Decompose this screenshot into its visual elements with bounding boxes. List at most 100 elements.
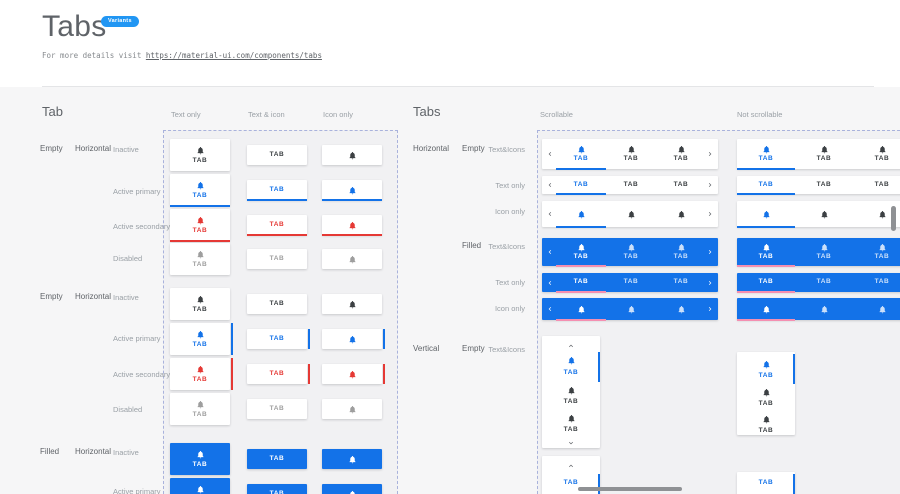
tab-cell[interactable]: TAB (170, 323, 230, 355)
design-canvas: Tabs Variants For more details visit htt… (0, 0, 900, 494)
chevron-left-icon[interactable] (546, 279, 554, 287)
tab-cell[interactable]: TAB (247, 484, 307, 494)
chevron-right-icon[interactable] (706, 305, 714, 313)
tab-item[interactable]: TAB (853, 176, 900, 194)
tab-cell[interactable] (322, 449, 382, 469)
tab-item[interactable]: TAB (656, 176, 706, 194)
tab-item[interactable] (656, 298, 706, 320)
tab-item[interactable]: TAB (737, 176, 795, 194)
tab-item[interactable]: TAB (853, 139, 900, 169)
chevron-left-icon[interactable] (546, 150, 554, 158)
tab-item[interactable]: TAB (556, 273, 606, 292)
chevron-right-icon[interactable] (706, 210, 714, 218)
tab-cell[interactable]: TAB (247, 329, 307, 349)
chevron-right-icon[interactable] (706, 279, 714, 287)
tab-cell[interactable] (322, 249, 382, 269)
tab-item[interactable]: TAB (737, 139, 795, 169)
tab-item[interactable] (656, 201, 706, 227)
tab-cell[interactable]: TAB (170, 139, 230, 171)
tab-item[interactable] (606, 298, 656, 320)
chevron-right-icon[interactable] (706, 248, 714, 256)
tab-item[interactable] (795, 298, 853, 320)
tab-item[interactable]: TAB (606, 273, 656, 292)
tab-label: TAB (674, 156, 689, 163)
column-header-icon-only: Icon only (323, 110, 353, 119)
tab-item[interactable]: TAB (606, 176, 656, 194)
tab-item[interactable]: TAB (556, 176, 606, 194)
tab-cell[interactable]: TAB (170, 288, 230, 320)
tab-cell[interactable] (322, 294, 382, 314)
chevron-left-icon[interactable] (546, 248, 554, 256)
tab-item[interactable]: TAB (556, 238, 606, 266)
tab-cell[interactable] (322, 364, 382, 384)
tab-item[interactable]: TAB (795, 273, 853, 292)
tab-label: TAB (193, 193, 208, 200)
tab-item[interactable]: TAB (737, 238, 795, 266)
tab-item[interactable]: TAB (556, 139, 606, 169)
active-tab-indicator (556, 319, 606, 321)
tab-item[interactable]: TAB (656, 273, 706, 292)
tab-cell[interactable] (322, 145, 382, 165)
bell-icon (348, 255, 357, 264)
docs-link[interactable]: https://material-ui.com/components/tabs (146, 51, 322, 60)
tab-cell[interactable]: TAB (247, 180, 307, 200)
tab-cell[interactable] (322, 329, 382, 349)
tab-cell[interactable]: TAB (170, 243, 230, 275)
tab-item[interactable]: TAB (656, 139, 706, 169)
tab-item[interactable]: TAB (795, 238, 853, 266)
tab-item[interactable] (556, 201, 606, 227)
tab-cell[interactable]: TAB (247, 399, 307, 419)
tab-cell[interactable]: TAB (170, 358, 230, 390)
tab-label: TAB (193, 377, 208, 384)
tab-cell[interactable]: TAB (170, 209, 230, 241)
tab-cell[interactable] (322, 180, 382, 200)
tab-indicator (170, 240, 230, 242)
active-tab-indicator (793, 474, 795, 494)
tab-item[interactable] (853, 298, 900, 320)
tab-cell[interactable]: TAB (247, 449, 307, 469)
chevron-right-icon[interactable] (706, 150, 714, 158)
chevron-up-icon[interactable] (542, 342, 600, 350)
tab-item[interactable]: TAB (606, 139, 656, 169)
tab-item[interactable] (606, 201, 656, 227)
horizontal-scrollbar-thumb[interactable] (578, 487, 682, 491)
tab-item[interactable] (556, 298, 606, 320)
tab-item[interactable] (737, 298, 795, 320)
bell-icon (542, 386, 600, 395)
chevron-down-icon[interactable] (542, 439, 600, 447)
tab-cell[interactable] (322, 484, 382, 494)
tab-item[interactable]: TAB (853, 238, 900, 266)
tabs-card-vertical-not-scrollable[interactable]: TAB (737, 472, 795, 494)
chevron-up-icon[interactable] (542, 462, 600, 470)
tab-cell[interactable]: TAB (247, 215, 307, 235)
tab-cell[interactable]: TAB (247, 294, 307, 314)
tab-item[interactable] (737, 201, 795, 227)
tabs-bar-scrollable: TABTABTAB (542, 139, 718, 169)
tab-item[interactable]: TAB (795, 139, 853, 169)
tab-cell[interactable]: TAB (170, 443, 230, 475)
tabs-card-vertical-scrollable[interactable]: TABTABTAB (542, 336, 600, 448)
group-fill-label: Filled (462, 241, 481, 250)
vertical-scrollbar-thumb[interactable] (891, 206, 896, 231)
tab-cell[interactable]: TAB (170, 393, 230, 425)
bell-icon (348, 490, 357, 494)
tab-cell[interactable]: TAB (170, 174, 230, 206)
tabs-card-vertical-not-scrollable[interactable]: TABTABTAB (737, 352, 795, 435)
chevron-left-icon[interactable] (546, 305, 554, 313)
tab-item[interactable]: TAB (606, 238, 656, 266)
tab-item[interactable] (795, 201, 853, 227)
chevron-right-icon[interactable] (706, 181, 714, 189)
tab-cell[interactable]: TAB (247, 145, 307, 165)
tab-cell[interactable] (322, 399, 382, 419)
tab-cell[interactable]: TAB (170, 478, 230, 494)
chevron-left-icon[interactable] (546, 181, 554, 189)
tab-item[interactable]: TAB (737, 273, 795, 292)
tab-item[interactable]: TAB (853, 273, 900, 292)
tabs-bar-not-scrollable (737, 298, 900, 320)
tab-item[interactable]: TAB (795, 176, 853, 194)
tab-cell[interactable]: TAB (247, 364, 307, 384)
chevron-left-icon[interactable] (546, 210, 554, 218)
tab-cell[interactable] (322, 215, 382, 235)
tab-cell[interactable]: TAB (247, 249, 307, 269)
tab-item[interactable]: TAB (656, 238, 706, 266)
